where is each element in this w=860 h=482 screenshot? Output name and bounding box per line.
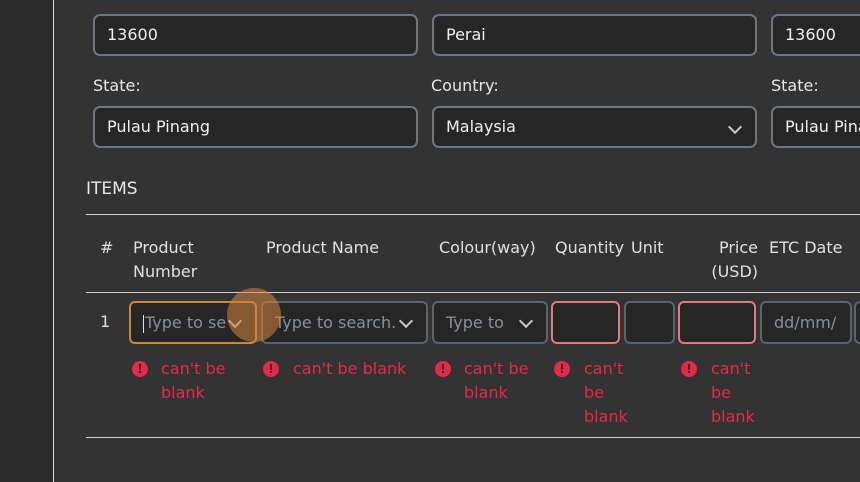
price-input[interactable] xyxy=(678,301,756,344)
etc-date-placeholder: dd/mm/ xyxy=(774,313,837,332)
product-number-error: can't be blank xyxy=(161,357,226,405)
error-line: blank xyxy=(464,383,508,402)
country-value: Malaysia xyxy=(446,117,516,136)
items-section-title: ITEMS xyxy=(86,179,138,199)
state-input[interactable]: Pulau Pinang xyxy=(93,106,418,148)
error-line: can't xyxy=(584,359,624,378)
error-line: can't be xyxy=(161,359,226,378)
error-line: blank xyxy=(161,383,205,402)
col-header-price-l2: (USD) xyxy=(711,262,758,281)
colourway-error: can't be blank xyxy=(464,357,529,405)
state-label-2: State: xyxy=(771,76,819,95)
col-header-price-l1: Price xyxy=(718,238,758,257)
section-divider xyxy=(86,214,860,215)
unit-input[interactable] xyxy=(624,301,675,344)
quantity-input[interactable] xyxy=(551,301,620,344)
error-icon: ! xyxy=(435,361,451,377)
product-name-error: can't be blank xyxy=(293,359,407,378)
quantity-error: can't be blank xyxy=(584,357,628,429)
main-content: 13600 Perai 13600 State: Country: State:… xyxy=(54,0,860,482)
col-header-product-number-l2: Number xyxy=(133,262,198,281)
col-header-price: Price (USD) xyxy=(707,236,758,284)
colourway-placeholder: Type to xyxy=(446,313,504,332)
product-name-placeholder: Type to search. xyxy=(275,313,397,332)
text-cursor xyxy=(143,314,144,333)
row-number: 1 xyxy=(100,312,111,331)
state-label: State: xyxy=(93,76,141,95)
error-icon: ! xyxy=(554,361,570,377)
error-line: be xyxy=(584,383,604,402)
etc-date-input[interactable]: dd/mm/ xyxy=(760,301,852,344)
error-line: blank xyxy=(584,407,628,426)
city-input[interactable]: Perai xyxy=(432,14,757,56)
error-line: blank xyxy=(711,407,755,426)
error-icon: ! xyxy=(263,361,279,377)
col-header-colourway: Colour(way) xyxy=(439,238,536,257)
error-line: be xyxy=(711,383,731,402)
product-number-placeholder: Type to se xyxy=(145,313,227,332)
sidebar xyxy=(0,0,54,482)
state-input-2[interactable]: Pulau Pina xyxy=(771,106,860,148)
error-line: can't xyxy=(711,359,751,378)
col-header-product-number: Product Number xyxy=(133,236,197,284)
postcode-input[interactable]: 13600 xyxy=(93,14,418,56)
error-icon: ! xyxy=(681,361,697,377)
price-error: can't be blank xyxy=(711,357,755,429)
col-header-quantity: Quantity xyxy=(555,238,625,257)
col-header-unit: Unit xyxy=(631,238,664,257)
col-header-product-number-l1: Product xyxy=(133,238,194,257)
postcode-input-2[interactable]: 13600 xyxy=(771,14,860,56)
error-icon: ! xyxy=(132,361,148,377)
next-column-input[interactable] xyxy=(854,301,860,344)
country-select[interactable]: Malaysia xyxy=(432,106,757,148)
click-indicator xyxy=(227,288,281,342)
error-line: can't be xyxy=(464,359,529,378)
col-header-product-name: Product Name xyxy=(266,238,380,257)
country-label: Country: xyxy=(431,76,499,95)
row-divider xyxy=(86,437,860,438)
col-header-etc-date: ETC Date xyxy=(769,238,843,257)
col-header-num: # xyxy=(100,238,114,257)
header-divider xyxy=(86,292,860,293)
